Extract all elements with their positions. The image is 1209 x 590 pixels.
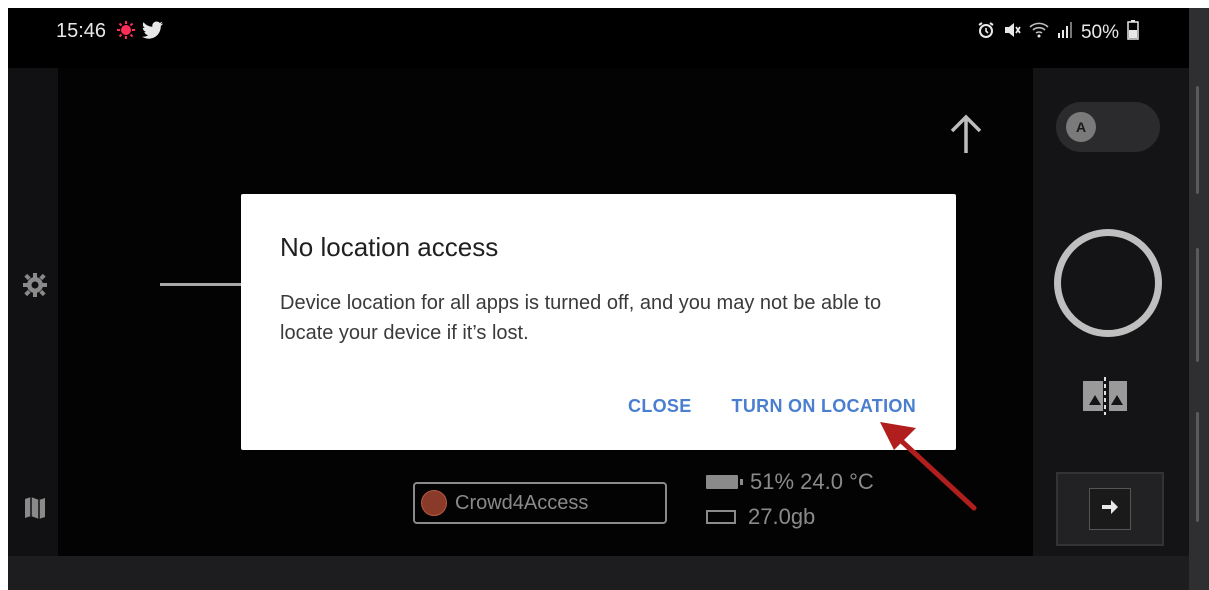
storage-icon: [706, 510, 736, 524]
annotation-arrow-icon: [866, 408, 986, 525]
app-name-label: Crowd4Access: [455, 491, 589, 514]
battery-temperature-info: 51% 24.0 °C: [706, 469, 874, 495]
shutter-button[interactable]: [1054, 229, 1162, 337]
battery-icon: [1127, 20, 1139, 46]
flip-camera-icon[interactable]: [1079, 375, 1131, 420]
map-icon[interactable]: [24, 496, 46, 525]
app-name-chip[interactable]: Crowd4Access: [413, 482, 667, 524]
mute-icon: [1003, 21, 1021, 45]
auto-mode-toggle[interactable]: A: [1056, 102, 1160, 152]
exit-button[interactable]: [1056, 472, 1164, 546]
camera-screen: 15:46 50% A Crowd4Access 51% 24.0 °C 27.…: [8, 8, 1209, 556]
scroll-segment: [1196, 412, 1199, 522]
storage-info: 27.0gb: [706, 504, 815, 530]
location-access-dialog: No location access Device location for a…: [241, 194, 956, 450]
wifi-icon: [1029, 21, 1049, 45]
storage-text: 27.0gb: [748, 504, 816, 529]
auto-toggle-knob: A: [1066, 112, 1096, 142]
close-button[interactable]: CLOSE: [628, 396, 692, 417]
exit-button-frame: [1089, 488, 1131, 530]
side-scrollbar[interactable]: [1189, 8, 1209, 590]
level-indicator: [160, 283, 250, 286]
arrow-right-icon: [1100, 497, 1120, 522]
battery-percent: 50%: [1080, 22, 1119, 43]
dialog-title: No location access: [280, 232, 499, 262]
gear-icon[interactable]: [22, 272, 48, 303]
scroll-segment: [1196, 86, 1199, 194]
left-rail: [8, 68, 58, 556]
scroll-segment: [1196, 248, 1199, 362]
alarm-icon: [977, 21, 995, 45]
bottom-bar: [8, 556, 1189, 590]
dialog-message: Device location for all apps is turned o…: [280, 292, 882, 344]
battery-temperature-text: 51% 24.0 °C: [750, 469, 874, 494]
phone-screen: 15:46 50% A Crowd4Access 51% 24.0 °C 27.…: [8, 8, 1209, 590]
twitter-icon: [142, 20, 164, 45]
status-time: 15:46: [56, 20, 107, 42]
alert-icon: [116, 20, 136, 45]
signal-icon: [1057, 21, 1073, 45]
up-arrow-icon: [946, 113, 986, 162]
app-color-dot: [421, 490, 447, 516]
status-system-icons: 50%: [977, 20, 1139, 46]
device-battery-icon: [706, 475, 743, 489]
